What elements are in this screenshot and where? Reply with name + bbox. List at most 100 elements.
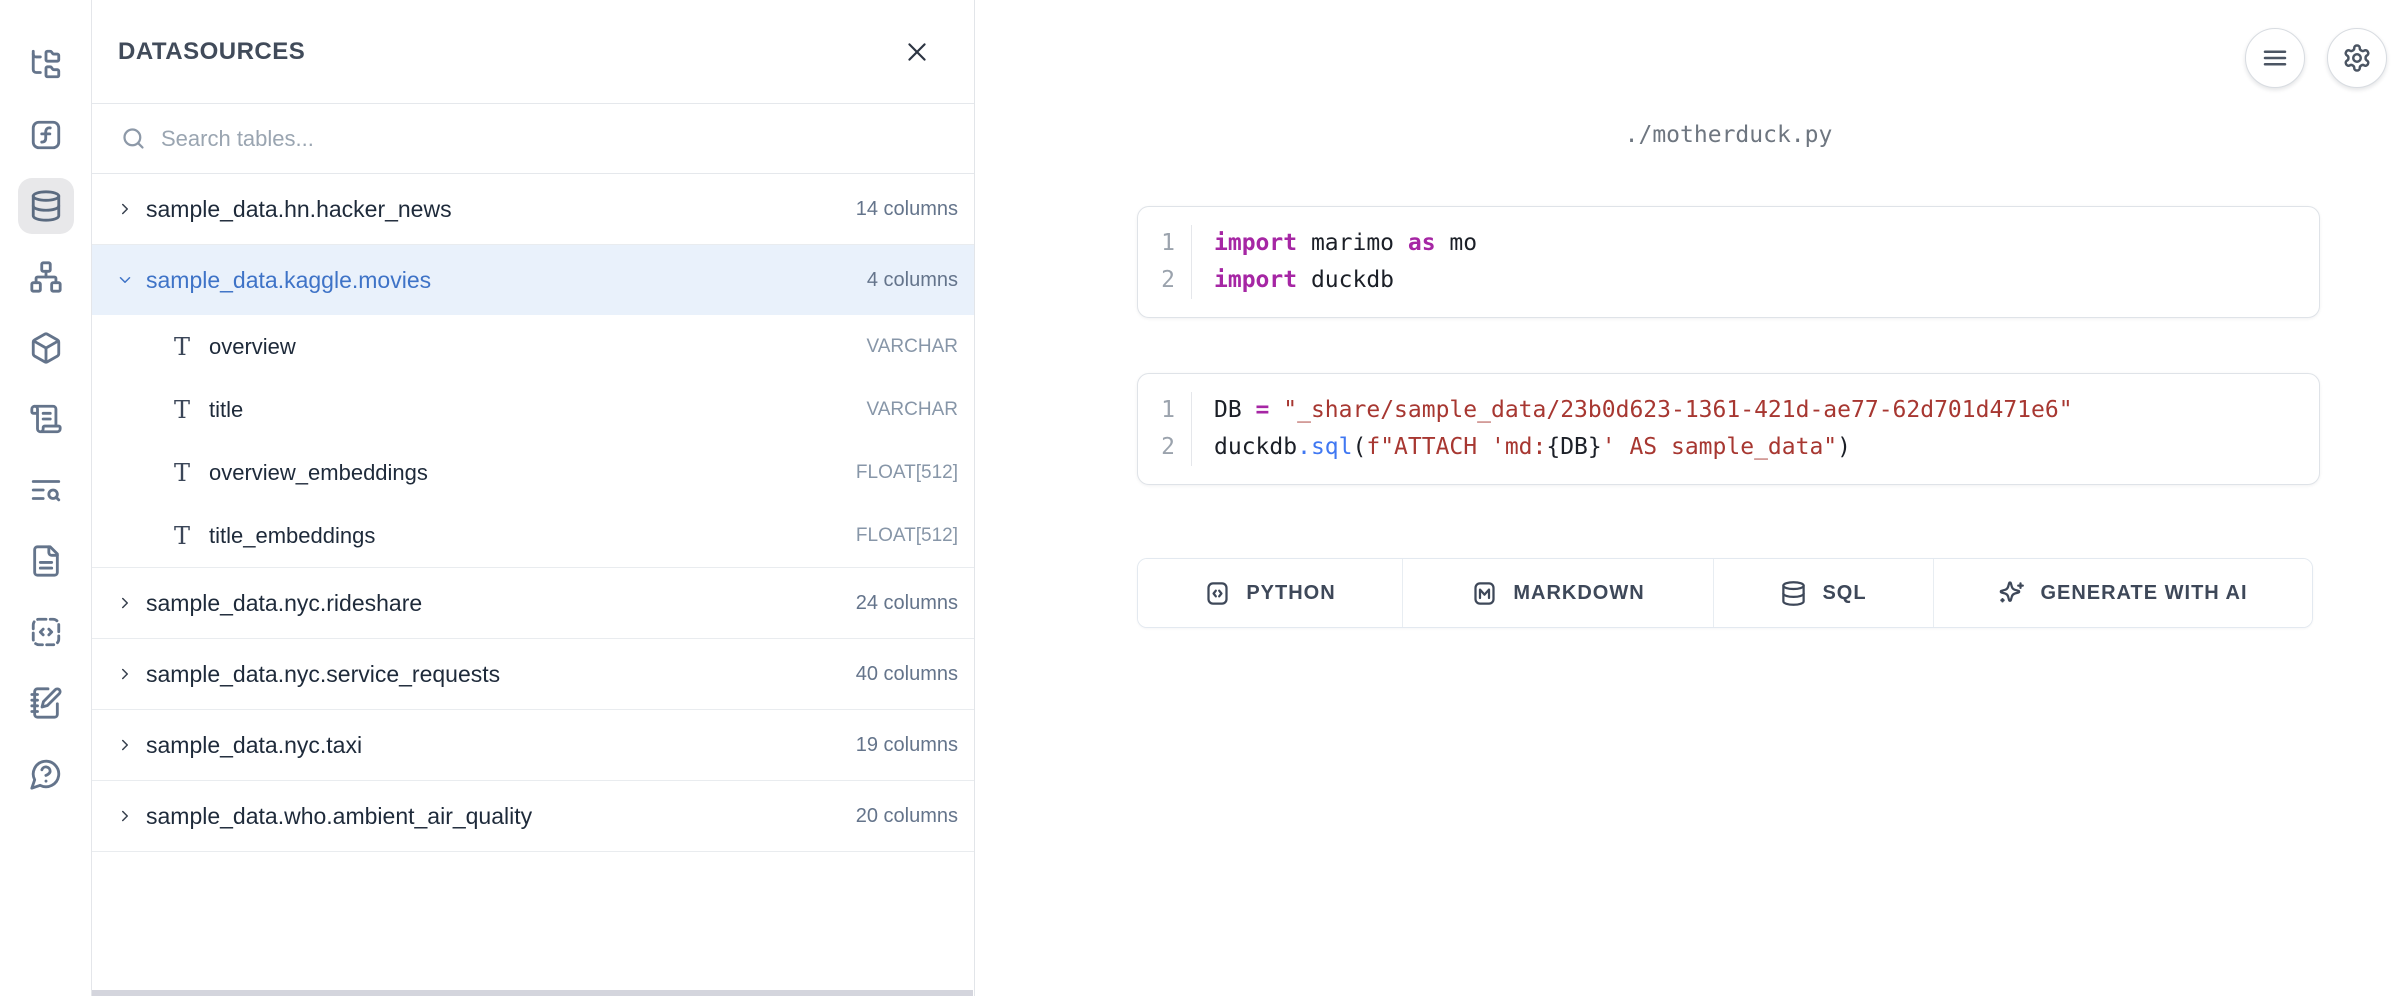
- add-cell-button-generate-with-ai[interactable]: GENERATE WITH AI: [1934, 559, 2312, 627]
- table-section: sample_data.nyc.rideshare24 columns: [92, 568, 974, 639]
- add-cell-button-python[interactable]: PYTHON: [1138, 559, 1403, 627]
- column-type: FLOAT[512]: [856, 525, 958, 547]
- sql-database-icon: [1780, 580, 1807, 607]
- table-column-count: 4 columns: [867, 269, 958, 292]
- add-cell-button-label: SQL: [1822, 582, 1866, 605]
- table-column-count: 20 columns: [856, 805, 958, 828]
- python-cell-icon: [1204, 580, 1231, 607]
- add-cell-button-label: GENERATE WITH AI: [2040, 582, 2247, 605]
- table-section: sample_data.nyc.taxi 19 columns: [92, 710, 974, 781]
- search-bar: [92, 104, 974, 174]
- markdown-icon: [1471, 580, 1498, 607]
- table-row[interactable]: sample_data.kaggle.movies 4 columns: [92, 245, 974, 315]
- close-icon[interactable]: [900, 35, 934, 69]
- file-text-icon: [29, 544, 63, 578]
- text-search-icon: [29, 473, 63, 507]
- search-input[interactable]: [161, 126, 958, 152]
- network-graph-icon: [29, 260, 63, 294]
- table-row[interactable]: sample_data.hn.hacker_news14 columns: [92, 174, 974, 244]
- code-text: import marimo as mo: [1192, 225, 1477, 262]
- chevron-right-icon: [116, 736, 134, 754]
- code-text: DB = "_share/sample_data/23b0d623-1361-4…: [1192, 392, 2073, 429]
- chevron-right-icon: [116, 200, 134, 218]
- sidebar-item-tracebacks[interactable]: [18, 462, 74, 518]
- sidebar-item-packages[interactable]: [18, 320, 74, 376]
- add-cell-button-row: PYTHON MARKDOWN SQL GENERATE WITH AI: [1137, 558, 2313, 628]
- python-cell-icon: [1204, 580, 1231, 607]
- function-square-icon: [29, 118, 63, 152]
- text-type-icon: T: [170, 461, 194, 485]
- table-section: sample_data.kaggle.movies 4 columns Toverv…: [92, 245, 974, 568]
- sidebar-item-datasources[interactable]: [18, 178, 74, 234]
- text-type-icon: T: [170, 335, 194, 359]
- sidebar-item-documentation[interactable]: [18, 533, 74, 589]
- add-cell-button-label: MARKDOWN: [1513, 582, 1644, 605]
- table-name: sample_data.kaggle.movies: [146, 267, 431, 294]
- database-icon: [29, 189, 63, 223]
- table-row[interactable]: sample_data.nyc.taxi 19 columns: [92, 710, 974, 780]
- code-square-icon: [29, 615, 63, 649]
- table-column-count: 40 columns: [856, 663, 958, 686]
- panel-scrollbar[interactable]: [92, 990, 973, 996]
- chevron-right-icon: [116, 200, 134, 218]
- add-cell-button-markdown[interactable]: MARKDOWN: [1403, 559, 1714, 627]
- code-line: 1import marimo as mo: [1138, 225, 2319, 262]
- sidebar-icon-rail: [0, 0, 92, 996]
- help-bubble-icon: [29, 757, 63, 791]
- settings-button[interactable]: [2327, 28, 2387, 88]
- chevron-right-icon: [116, 807, 134, 825]
- line-number: 1: [1138, 225, 1192, 262]
- sql-database-icon: [1780, 580, 1807, 607]
- column-row[interactable]: Toverview_embeddings FLOAT[512]: [92, 441, 974, 504]
- sidebar-item-variables[interactable]: [18, 107, 74, 163]
- code-text: duckdb.sql(f"ATTACH 'md:{DB}' AS sample_…: [1192, 429, 1851, 466]
- table-row[interactable]: sample_data.nyc.service_requests40 colum…: [92, 639, 974, 709]
- tables-list: sample_data.hn.hacker_news14 columnssamp…: [92, 174, 974, 852]
- code-line: 1DB = "_share/sample_data/23b0d623-1361-…: [1138, 392, 2319, 429]
- code-line: 2duckdb.sql(f"ATTACH 'md:{DB}' AS sample…: [1138, 429, 2319, 466]
- table-row[interactable]: sample_data.who.ambient_air_quality20 co…: [92, 781, 974, 851]
- sidebar-item-scratchpad[interactable]: [18, 675, 74, 731]
- datasources-panel: DATASOURCES sample_data.hn.hacker_news14…: [92, 0, 975, 996]
- chevron-right-icon: [116, 736, 134, 754]
- notebook-pen-icon: [29, 686, 63, 720]
- column-row[interactable]: TtitleVARCHAR: [92, 378, 974, 441]
- sidebar-item-dependencies[interactable]: [18, 249, 74, 305]
- chevron-right-icon: [116, 665, 134, 683]
- column-row[interactable]: ToverviewVARCHAR: [92, 315, 974, 378]
- table-section: sample_data.who.ambient_air_quality20 co…: [92, 781, 974, 852]
- chevron-right-icon: [116, 807, 134, 825]
- table-section: sample_data.hn.hacker_news14 columns: [92, 174, 974, 245]
- code-line: 2import duckdb: [1138, 262, 2319, 299]
- line-number: 2: [1138, 429, 1192, 466]
- notebook-filename[interactable]: ./motherduck.py: [1137, 122, 2320, 148]
- column-type: FLOAT[512]: [856, 462, 958, 484]
- code-cell[interactable]: 1import marimo as mo2import duckdb: [1137, 206, 2320, 318]
- table-name: sample_data.hn.hacker_news: [146, 196, 452, 223]
- table-column-count: 19 columns: [856, 734, 958, 757]
- chevron-down-icon: [116, 271, 134, 289]
- notebook-area: ./motherduck.py 1import marimo as mo2imp…: [976, 0, 2399, 996]
- cells-container: 1import marimo as mo2import duckdb1DB = …: [1137, 206, 2320, 628]
- column-type: VARCHAR: [867, 336, 959, 358]
- code-text: import duckdb: [1192, 262, 1394, 299]
- column-name: overview_embeddings: [209, 460, 428, 486]
- sidebar-item-snippets[interactable]: [18, 604, 74, 660]
- column-row[interactable]: Ttitle_embeddingsFLOAT[512]: [92, 504, 974, 567]
- sidebar-item-logs[interactable]: [18, 391, 74, 447]
- sidebar-item-file-explorer[interactable]: [18, 36, 74, 92]
- table-row[interactable]: sample_data.nyc.rideshare24 columns: [92, 568, 974, 638]
- folder-tree-icon: [29, 47, 63, 81]
- code-cell[interactable]: 1DB = "_share/sample_data/23b0d623-1361-…: [1137, 373, 2320, 485]
- sidebar-item-help[interactable]: [18, 746, 74, 802]
- scroll-text-icon: [29, 402, 63, 436]
- table-name: sample_data.nyc.taxi: [146, 732, 362, 759]
- add-cell-button-sql[interactable]: SQL: [1714, 559, 1934, 627]
- search-icon: [120, 125, 147, 152]
- text-type-icon: T: [170, 398, 194, 422]
- table-name: sample_data.nyc.rideshare: [146, 590, 422, 617]
- column-name: title_embeddings: [209, 523, 375, 549]
- sparkles-icon: [1998, 580, 2025, 607]
- column-name: title: [209, 397, 243, 423]
- sparkles-icon: [1998, 580, 2025, 607]
